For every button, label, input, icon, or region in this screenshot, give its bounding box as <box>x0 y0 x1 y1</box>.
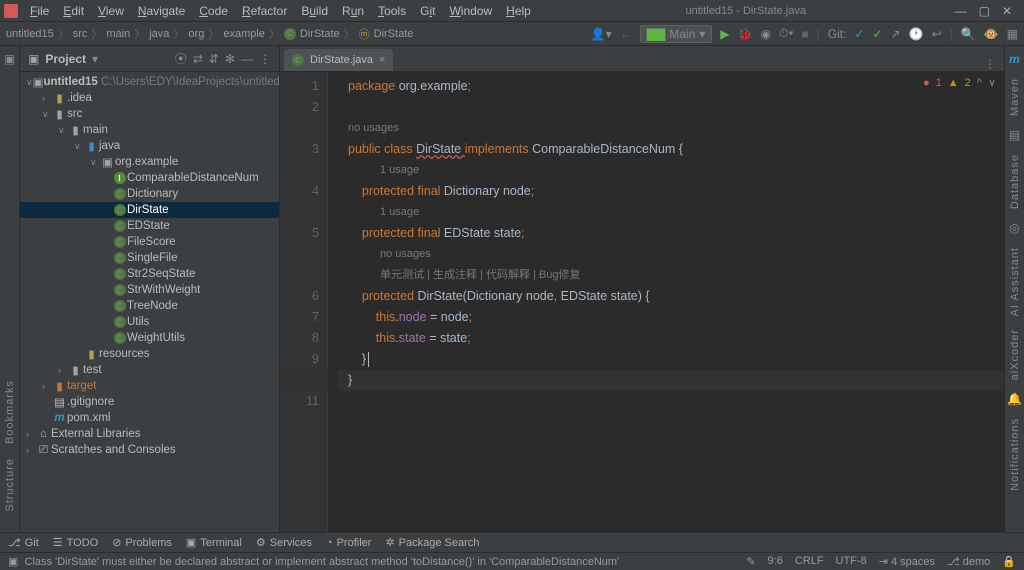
menu-run[interactable]: Run <box>336 2 370 20</box>
stop-icon[interactable]: ■ <box>801 27 808 41</box>
git-rollback-icon[interactable]: ↩ <box>932 27 942 41</box>
menu-git[interactable]: Git <box>414 2 441 20</box>
right-tool-stripe: m Maven ▤ Database ◎ AI Assistant aiXcod… <box>1004 46 1024 532</box>
git-update-icon[interactable]: ✓ <box>854 27 864 41</box>
problems-tool[interactable]: ⊘ Problems <box>112 536 172 549</box>
menubar: File Edit View Navigate Code Refactor Bu… <box>24 2 537 20</box>
status-message: Class 'DirState' must either be declared… <box>25 556 620 568</box>
settings-icon[interactable]: 🐵 <box>984 27 999 41</box>
minimize-icon[interactable]: — <box>955 4 967 18</box>
menu-tools[interactable]: Tools <box>372 2 412 20</box>
project-tool-icon[interactable]: ▣ <box>4 52 15 66</box>
services-tool[interactable]: ⚙ Services <box>256 536 312 549</box>
menu-edit[interactable]: Edit <box>57 2 90 20</box>
git-push-icon[interactable]: ↗ <box>891 27 901 41</box>
status-branch[interactable]: ⎇ demo <box>947 555 990 568</box>
notifications-tool[interactable]: Notifications <box>1009 418 1021 491</box>
ide-settings-icon[interactable]: ▦ <box>1007 27 1018 41</box>
database-tool[interactable]: Database <box>1009 154 1021 209</box>
maximize-icon[interactable]: ▢ <box>979 4 990 18</box>
breadcrumb[interactable]: untitled15〉 src〉 main〉 java〉 org〉 exampl… <box>6 26 413 42</box>
menu-help[interactable]: Help <box>500 2 537 20</box>
inspection-widget[interactable]: ●1 ▲2 ^∨ <box>923 76 996 89</box>
ai-assistant-tool-icon[interactable]: ◎ <box>1009 221 1019 235</box>
line-gutter: 1 2 3 4 5 6 7 8 9 10 11 <box>280 72 328 532</box>
status-indent[interactable]: ⇥ 4 spaces <box>879 555 935 568</box>
more-icon[interactable]: ⋮ <box>259 52 271 66</box>
profiler-tool[interactable]: ◔ Profiler <box>326 537 372 549</box>
run-icon[interactable]: ▶ <box>720 27 729 41</box>
settings-icon[interactable]: ✻ <box>225 52 235 66</box>
git-label: Git: <box>828 27 847 41</box>
package-search-tool[interactable]: ✲ Package Search <box>385 536 479 549</box>
project-tree[interactable]: ∨▣untitled15 C:\Users\EDY\IdeaProjects\u… <box>20 72 279 532</box>
panel-title: Project <box>45 52 86 66</box>
status-window-icon[interactable]: ▣ <box>8 555 18 568</box>
expand-icon[interactable]: ⇄ <box>193 52 203 66</box>
bookmarks-tool[interactable]: Bookmarks <box>4 380 16 444</box>
aixcoder-tool[interactable]: aiXcoder <box>1009 329 1021 380</box>
terminal-tool[interactable]: ▣ Terminal <box>186 536 242 549</box>
git-commit-icon[interactable]: ✓ <box>872 27 882 41</box>
todo-tool[interactable]: ☰ TODO <box>53 536 98 549</box>
status-readonly-icon[interactable]: ✎ <box>746 555 755 568</box>
left-tool-stripe: ▣ Bookmarks Structure <box>0 46 20 532</box>
editor-tab[interactable]: C DirState.java × <box>284 49 393 71</box>
structure-tool[interactable]: Structure <box>4 458 16 512</box>
select-file-icon[interactable]: ⦿ <box>175 50 187 67</box>
navigation-bar: untitled15〉 src〉 main〉 java〉 org〉 exampl… <box>0 22 1024 46</box>
close-icon[interactable]: ✕ <box>1002 4 1012 18</box>
menu-file[interactable]: File <box>24 2 55 20</box>
menu-refactor[interactable]: Refactor <box>236 2 293 20</box>
menu-code[interactable]: Code <box>193 2 234 20</box>
debug-icon[interactable]: 🐞 <box>738 27 753 41</box>
notifications-tool-icon[interactable]: 🔔 <box>1007 392 1022 406</box>
profile-icon[interactable]: ⏱▾ <box>779 26 793 41</box>
search-icon[interactable]: 🔍 <box>961 27 976 41</box>
menu-window[interactable]: Window <box>443 2 498 20</box>
database-tool-icon[interactable]: ▤ <box>1009 128 1020 142</box>
user-icon[interactable]: 👤▾ <box>591 27 612 41</box>
run-config-selector[interactable]: ▇▇Main▾ <box>640 25 713 43</box>
status-lock-icon[interactable]: 🔒 <box>1002 555 1016 568</box>
status-encoding[interactable]: UTF-8 <box>836 555 867 568</box>
ai-assistant-tool[interactable]: AI Assistant <box>1009 247 1021 316</box>
back-icon[interactable]: ← <box>620 27 632 41</box>
window-title: untitled15 - DirState.java <box>537 5 955 17</box>
folder-icon: ▣ <box>28 52 39 66</box>
editor: C DirState.java × ⋮ 1 2 3 4 5 6 7 8 <box>280 46 1004 532</box>
git-history-icon[interactable]: 🕐 <box>909 27 924 41</box>
menu-navigate[interactable]: Navigate <box>132 2 191 20</box>
coverage-icon[interactable]: ◉ <box>760 27 770 41</box>
project-panel: ▣ Project ▾ ⦿ ⇄ ⇵ ✻ — ⋮ ∨▣untitled15 C:\… <box>20 46 280 532</box>
status-separator[interactable]: CRLF <box>795 555 824 568</box>
bottom-tool-bar: ⎇ Git ☰ TODO ⊘ Problems ▣ Terminal ⚙ Ser… <box>0 532 1024 552</box>
tab-more-icon[interactable]: ⋮ <box>976 57 1004 71</box>
class-icon: C <box>292 54 304 66</box>
class-icon: C <box>284 28 296 40</box>
menu-view[interactable]: View <box>92 2 130 20</box>
maven-tool[interactable]: Maven <box>1009 78 1021 116</box>
code-editor[interactable]: 1 2 3 4 5 6 7 8 9 10 11 ●1 <box>280 72 1004 532</box>
app-logo-icon <box>4 4 18 18</box>
hide-icon[interactable]: — <box>241 52 253 66</box>
close-tab-icon[interactable]: × <box>379 54 385 66</box>
maven-tool-icon[interactable]: m <box>1009 52 1020 66</box>
titlebar: File Edit View Navigate Code Refactor Bu… <box>0 0 1024 22</box>
menu-build[interactable]: Build <box>295 2 334 20</box>
collapse-icon[interactable]: ⇵ <box>209 52 219 66</box>
status-position[interactable]: 9:6 <box>768 555 783 568</box>
status-bar: ▣ Class 'DirState' must either be declar… <box>0 552 1024 570</box>
cursor <box>368 352 369 367</box>
git-tool[interactable]: ⎇ Git <box>8 536 39 549</box>
